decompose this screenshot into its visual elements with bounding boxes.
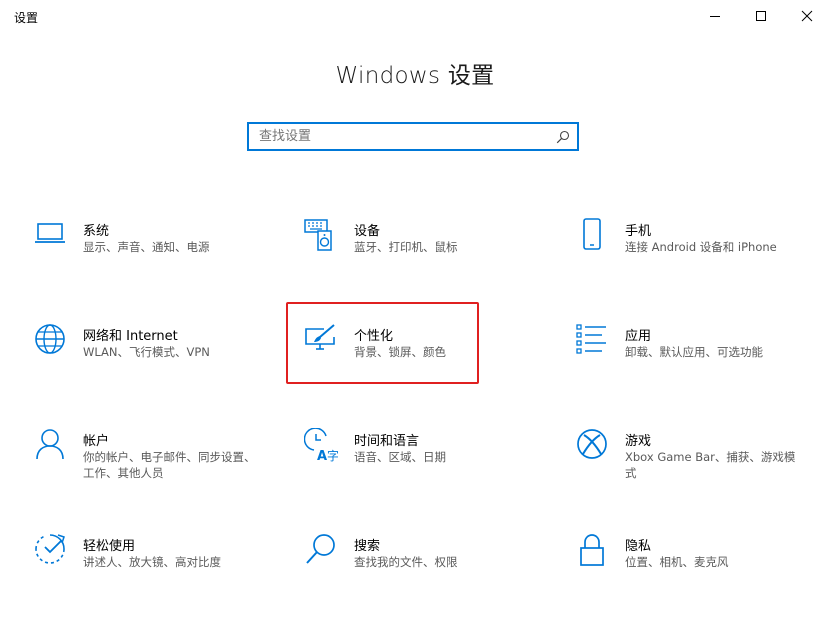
tile-ease-of-access[interactable]: 轻松使用 讲述人、放大镜、高对比度 xyxy=(33,533,283,613)
tile-desc: 你的帐户、电子邮件、同步设置、工作、其他人员 xyxy=(83,450,256,480)
svg-text:字: 字 xyxy=(327,448,338,462)
tile-desc: 位置、相机、麦克风 xyxy=(625,555,729,569)
laptop-icon xyxy=(33,218,67,258)
search-box[interactable] xyxy=(247,122,579,151)
tile-privacy[interactable]: 隐私 位置、相机、麦克风 xyxy=(575,533,825,613)
apps-list-icon xyxy=(575,323,609,363)
tile-name: 系统 xyxy=(83,224,110,239)
svg-text:A: A xyxy=(317,449,327,462)
tile-name: 帐户 xyxy=(83,434,110,449)
tile-desc: 连接 Android 设备和 iPhone xyxy=(625,240,777,254)
tile-name: 网络和 Internet xyxy=(83,329,178,344)
globe-icon xyxy=(33,323,67,363)
search-icon[interactable] xyxy=(556,130,570,144)
tile-name: 手机 xyxy=(625,224,652,239)
tile-desc: 讲述人、放大镜、高对比度 xyxy=(83,555,221,569)
highlight-box xyxy=(286,302,479,384)
search-icon xyxy=(304,533,338,573)
tile-gaming[interactable]: 游戏 Xbox Game Bar、捕获、游戏模式 xyxy=(575,428,825,508)
tile-devices[interactable]: 设备 蓝牙、打印机、鼠标 xyxy=(304,218,554,298)
xbox-icon xyxy=(575,428,609,468)
search-input[interactable] xyxy=(249,124,549,149)
time-language-icon: A 字 xyxy=(304,428,338,468)
tile-accounts[interactable]: 帐户 你的帐户、电子邮件、同步设置、工作、其他人员 xyxy=(33,428,283,508)
maximize-button[interactable] xyxy=(738,0,784,32)
tile-desc: WLAN、飞行模式、VPN xyxy=(83,345,210,359)
tile-name: 设备 xyxy=(354,224,381,239)
tile-desc: 蓝牙、打印机、鼠标 xyxy=(354,240,458,254)
tile-desc: 语音、区域、日期 xyxy=(354,450,446,464)
person-icon xyxy=(33,428,67,468)
close-icon xyxy=(801,10,813,22)
ease-of-access-icon xyxy=(33,533,67,573)
tile-name: 轻松使用 xyxy=(83,539,136,554)
tile-time-language[interactable]: A 字 时间和语言 语音、区域、日期 xyxy=(304,428,554,508)
tile-phone[interactable]: 手机 连接 Android 设备和 iPhone xyxy=(575,218,825,298)
tile-name: 游戏 xyxy=(625,434,652,449)
tile-desc: 卸载、默认应用、可选功能 xyxy=(625,345,763,359)
tile-name: 搜索 xyxy=(354,539,381,554)
tile-desc: 显示、声音、通知、电源 xyxy=(83,240,210,254)
tile-desc: Xbox Game Bar、捕获、游戏模式 xyxy=(625,450,796,480)
maximize-icon xyxy=(756,11,766,21)
lock-icon xyxy=(575,533,609,573)
tile-name: 时间和语言 xyxy=(354,434,420,449)
close-button[interactable] xyxy=(784,0,830,32)
title-bar: 设置 xyxy=(0,0,830,32)
tile-name: 应用 xyxy=(625,329,652,344)
tile-name: 隐私 xyxy=(625,539,652,554)
window-title: 设置 xyxy=(14,11,39,25)
tile-desc: 查找我的文件、权限 xyxy=(354,555,458,569)
devices-icon xyxy=(304,218,338,258)
phone-icon xyxy=(575,218,609,258)
page-title: Windows 设置 xyxy=(335,63,495,89)
tile-system[interactable]: 系统 显示、声音、通知、电源 xyxy=(33,218,283,298)
tile-apps[interactable]: 应用 卸载、默认应用、可选功能 xyxy=(575,323,825,403)
minimize-button[interactable] xyxy=(692,0,738,32)
tile-search[interactable]: 搜索 查找我的文件、权限 xyxy=(304,533,554,613)
tile-network[interactable]: 网络和 Internet WLAN、飞行模式、VPN xyxy=(33,323,283,403)
minimize-icon xyxy=(710,16,720,17)
